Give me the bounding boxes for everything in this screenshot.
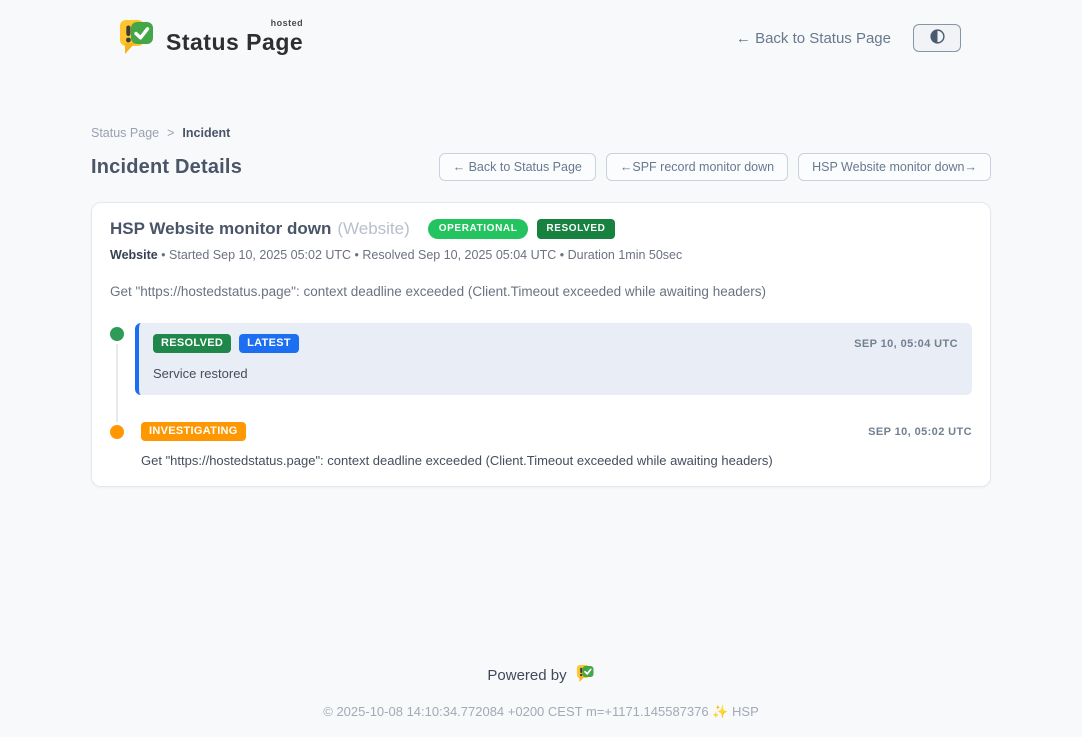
title-row: Incident Details ← Back to Status Page ←… (91, 153, 991, 181)
latest-badge: LATEST (239, 334, 299, 353)
breadcrumb-separator: > (167, 126, 174, 140)
timeline-timestamp: SEP 10, 05:02 UTC (868, 426, 972, 438)
investigating-badge: INVESTIGATING (141, 422, 246, 441)
timeline-dot-investigating (110, 425, 124, 439)
brand-logo[interactable]: hosted Status Page (116, 16, 303, 61)
prev-incident-button[interactable]: ←SPF record monitor down (606, 153, 788, 181)
brand-text: hosted Status Page (166, 21, 303, 56)
back-to-status-page-button[interactable]: ← Back to Status Page (439, 153, 596, 181)
header-back-link[interactable]: ← Back to Status Page (736, 30, 891, 47)
next-incident-button[interactable]: HSP Website monitor down→ (798, 153, 991, 181)
brand-superscript: hosted (271, 18, 304, 28)
theme-toggle-button[interactable] (913, 24, 961, 52)
operational-status-badge: OPERATIONAL (428, 219, 529, 239)
half-circle-theme-icon (929, 28, 946, 48)
incident-component: (Website) (337, 219, 409, 239)
incident-meta: Website • Started Sep 10, 2025 05:02 UTC… (110, 248, 972, 262)
brand-title: Status Page (166, 29, 303, 55)
incident-card-header: HSP Website monitor down (Website) OPERA… (110, 219, 972, 239)
timeline-timestamp: SEP 10, 05:04 UTC (854, 338, 958, 350)
timeline-message: Service restored (153, 366, 958, 381)
app-header: hosted Status Page ← Back to Status Page (0, 0, 1082, 76)
resolved-status-badge: RESOLVED (537, 219, 614, 239)
timeline-entry-content: RESOLVED LATEST SEP 10, 05:04 UTC Servic… (135, 323, 972, 395)
header-actions: ← Back to Status Page (736, 24, 961, 52)
incident-meta-component: Website (110, 248, 158, 262)
incident-nav-buttons: ← Back to Status Page ←SPF record monito… (439, 153, 991, 181)
incident-timeline: RESOLVED LATEST SEP 10, 05:04 UTC Servic… (110, 323, 972, 468)
breadcrumb-incident: Incident (182, 126, 230, 140)
breadcrumb-status-page[interactable]: Status Page (91, 126, 159, 140)
breadcrumb: Status Page > Incident (91, 126, 991, 140)
timeline-badges-row: INVESTIGATING SEP 10, 05:02 UTC (141, 422, 972, 441)
resolved-badge: RESOLVED (153, 334, 231, 353)
page-title: Incident Details (91, 156, 242, 179)
page-footer: Powered by © 2025-10-08 14:10:34.772084 … (91, 663, 991, 720)
incident-meta-details: • Started Sep 10, 2025 05:02 UTC • Resol… (158, 248, 683, 262)
incident-card: HSP Website monitor down (Website) OPERA… (91, 202, 991, 487)
timeline-message: Get "https://hostedstatus.page": context… (141, 453, 972, 468)
timeline-entry-content: INVESTIGATING SEP 10, 05:02 UTC Get "htt… (135, 421, 972, 468)
timeline-dot-resolved (110, 327, 124, 341)
powered-by-label: Powered by (487, 667, 566, 684)
statuspage-logo-icon (116, 16, 156, 61)
timeline-entry-investigating: INVESTIGATING SEP 10, 05:02 UTC Get "htt… (110, 421, 972, 468)
incident-description: Get "https://hostedstatus.page": context… (110, 284, 972, 299)
powered-by-link[interactable]: Powered by (91, 663, 991, 687)
timeline-badges-row: RESOLVED LATEST SEP 10, 05:04 UTC (153, 334, 958, 353)
incident-title: HSP Website monitor down (110, 219, 331, 239)
timeline-entry-resolved: RESOLVED LATEST SEP 10, 05:04 UTC Servic… (110, 323, 972, 395)
statuspage-logo-icon-small (575, 663, 595, 687)
main-content: Status Page > Incident Incident Details … (91, 76, 991, 720)
copyright-text: © 2025-10-08 14:10:34.772084 +0200 CEST … (91, 704, 991, 720)
